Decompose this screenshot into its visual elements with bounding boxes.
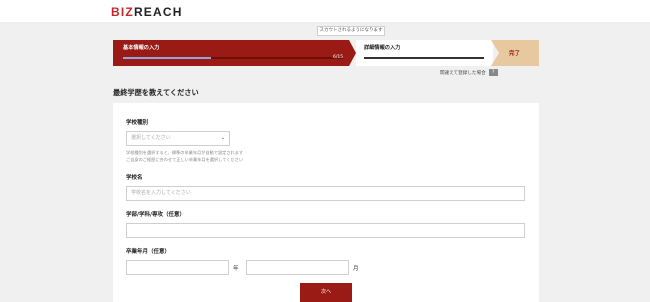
school-name-label: 学校名 (126, 175, 143, 181)
step-progress-fill (123, 57, 211, 59)
step-basic-info-label: 基本情報の入力 (123, 45, 160, 51)
progress-steps: 基本情報の入力 6/15 詳細情報の入力 完了 (113, 40, 539, 66)
mistaken-registration-text: 間違えて登録した場合 (440, 70, 486, 76)
year-unit-label: 年 (233, 266, 239, 272)
page-title: 最終学歴を教えてください (113, 88, 199, 97)
step-detail-info: 詳細情報の入力 (356, 40, 493, 66)
school-type-help: 学校種別を選択すると、標準の卒業年月が自動で設定されます ご自身のご経歴に合わせ… (126, 150, 366, 164)
step-complete: 完了 (491, 40, 539, 66)
help-question-icon: ? (488, 69, 498, 76)
school-type-select[interactable]: 選択してください ⌄ (126, 131, 230, 146)
scout-note-badge: スカウトされるようになります (317, 26, 385, 36)
top-bar: BIZREACH (0, 0, 650, 22)
department-input[interactable] (126, 223, 525, 238)
logo-biz: BIZ (111, 5, 134, 19)
school-type-label: 学校種別 (126, 120, 149, 126)
school-type-help-line1: 学校種別を選択すると、標準の卒業年月が自動で設定されます (126, 150, 244, 155)
logo-reach: REACH (133, 5, 183, 19)
step-complete-label: 完了 (509, 51, 521, 57)
graduation-year-input[interactable] (126, 260, 229, 275)
step-basic-info: 基本情報の入力 6/15 (113, 40, 356, 66)
month-unit-label: 月 (353, 266, 359, 272)
step-progress-track (123, 57, 343, 59)
department-label: 学部/学科/専攻（任意） (126, 212, 186, 218)
graduation-label: 卒業年月（任意） (126, 249, 171, 255)
step-detail-track (364, 57, 484, 59)
school-type-placeholder: 選択してください (131, 135, 171, 141)
step-detail-info-label: 詳細情報の入力 (364, 45, 401, 51)
school-type-help-line2: ご自身のご経歴に合わせて正しい卒業年月を選択してください (126, 156, 244, 162)
education-form-card: 学校種別 選択してください ⌄ 学校種別を選択すると、標準の卒業年月が自動で設定… (113, 103, 539, 302)
step-progress-count: 6/15 (333, 55, 344, 60)
mistaken-registration-link[interactable]: 間違えて登録した場合 ? (440, 69, 498, 76)
graduation-month-input[interactable] (246, 260, 349, 275)
school-name-input[interactable]: 学校名を入力してください (126, 186, 525, 201)
next-button[interactable]: 次へ (300, 283, 352, 302)
chevron-down-icon: ⌄ (220, 135, 225, 141)
bizreach-logo[interactable]: BIZREACH (111, 5, 183, 19)
